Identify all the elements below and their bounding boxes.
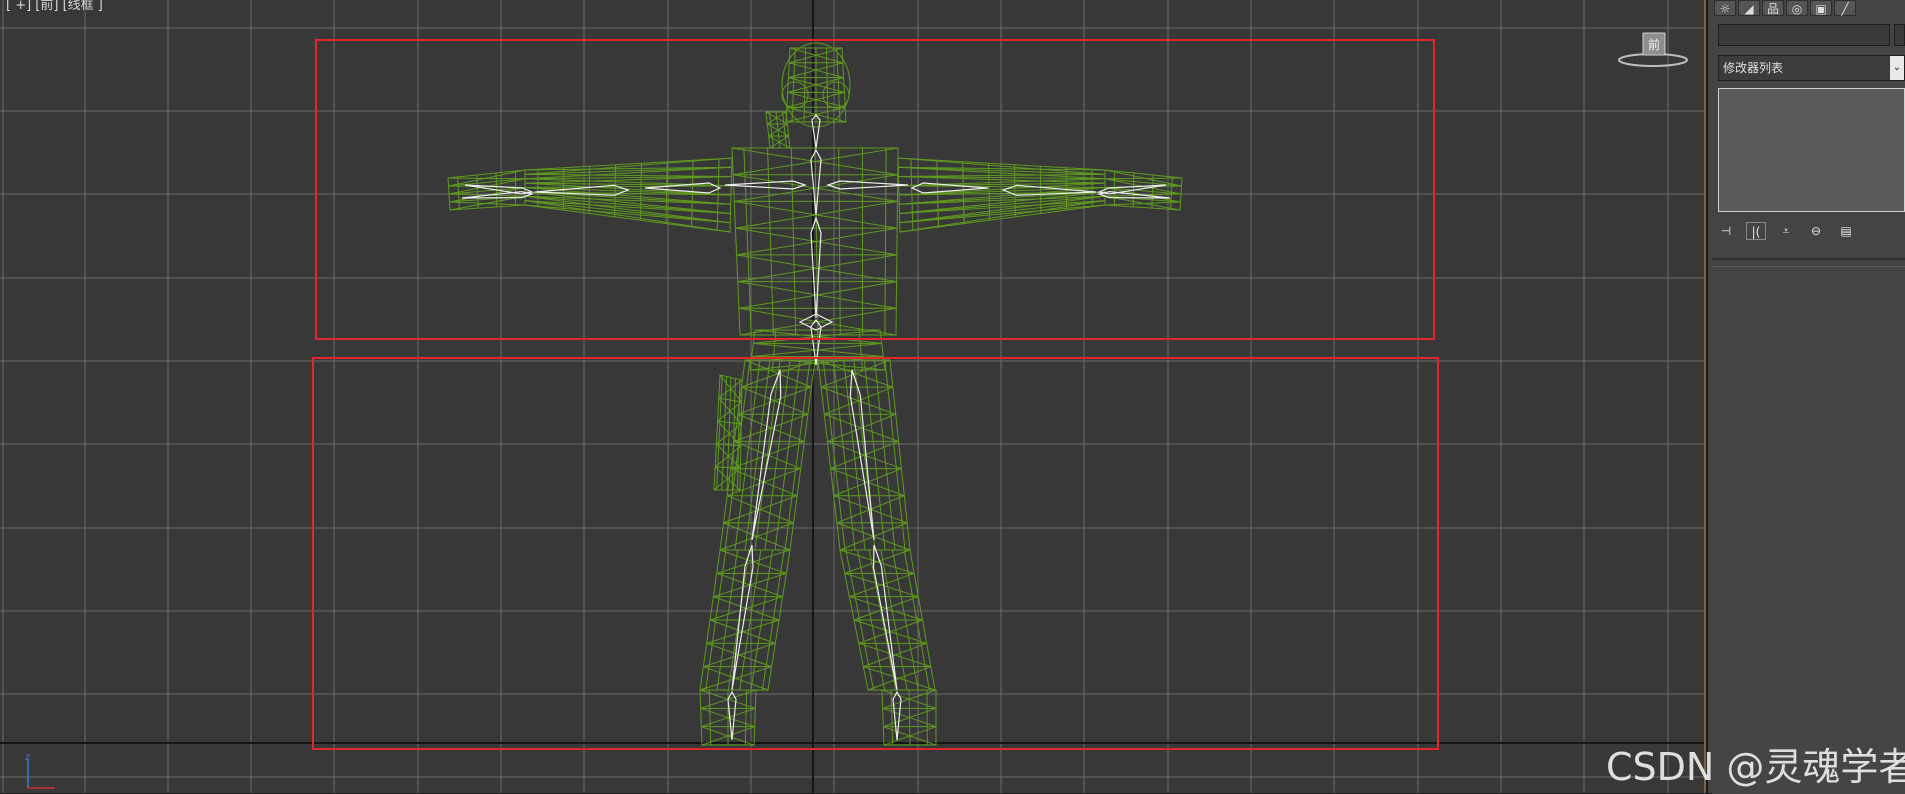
character-wireframe-mesh[interactable]	[448, 43, 1182, 745]
mesh-edge	[785, 360, 810, 550]
front-viewport[interactable]: z [ +] [前] [线框 ] 前	[0, 0, 1706, 793]
mesh-edge	[525, 158, 732, 174]
mesh-edge	[839, 148, 841, 335]
mesh-edge	[1014, 165, 1015, 217]
viewcube-icon[interactable]: 前	[1618, 30, 1688, 70]
mesh-edge	[525, 186, 731, 188]
mesh-edge	[725, 360, 750, 550]
modifier-list-dropdown[interactable]: 修改器列表 ⌄	[1718, 55, 1905, 81]
watermark: CSDN @灵魂学者	[1606, 736, 1905, 791]
mesh-edge	[448, 178, 525, 179]
mesh-edge	[709, 690, 710, 745]
mesh-edge	[773, 330, 776, 370]
remove-modifier-icon[interactable]: ⊖	[1806, 222, 1826, 240]
rollout-area[interactable]	[1712, 266, 1905, 794]
mesh-edge	[791, 148, 795, 335]
mesh-edge	[891, 690, 893, 745]
mesh-edge	[1105, 202, 1181, 205]
mesh-edge	[768, 148, 774, 335]
mesh-edge	[525, 205, 730, 223]
create-tab-icon[interactable]: ☼	[1714, 0, 1736, 16]
mesh-edge	[720, 523, 794, 550]
mesh-edge	[745, 690, 746, 745]
modifier-stack-list[interactable]	[1718, 88, 1905, 212]
mesh-edge	[868, 667, 931, 690]
viewcube-face-label: 前	[1648, 37, 1660, 52]
mesh-edge	[589, 166, 590, 213]
show-end-result-icon[interactable]: |(	[1746, 222, 1766, 240]
utilities-tab-icon[interactable]: ╱	[1834, 0, 1856, 16]
object-color-swatch[interactable]	[1894, 24, 1905, 46]
mesh-edge	[900, 205, 1105, 223]
viewport-label[interactable]: [ +] [前] [线框 ]	[6, 0, 103, 13]
mesh-edge	[909, 690, 910, 745]
mesh-edge	[844, 360, 865, 550]
axis-gizmo-icon: z	[25, 752, 55, 788]
pin-stack-icon[interactable]: ⊣	[1716, 222, 1736, 240]
mesh-edge	[525, 174, 732, 176]
mesh-edge	[859, 330, 862, 370]
right-clavicle-bone	[828, 181, 908, 189]
panel-divider	[1712, 258, 1905, 260]
chevron-down-icon[interactable]: ⌄	[1890, 56, 1904, 80]
mesh-edge	[769, 112, 773, 148]
make-unique-icon[interactable]: ⩡	[1776, 222, 1796, 240]
mesh-edge	[1040, 166, 1041, 213]
mesh-edge	[864, 360, 885, 550]
mesh-edge	[755, 360, 780, 550]
configure-modifier-sets-icon[interactable]: ▤	[1836, 222, 1856, 240]
mesh-edge	[449, 179, 526, 186]
mesh-edge	[885, 360, 905, 550]
mesh-edge	[899, 174, 1106, 176]
mesh-edge	[737, 380, 739, 491]
command-panel: ☼ ◢ 品 ◎ ▣ ╱ 修改器列表 ⌄ ⊣ |( ⩡ ⊖ ▤	[1708, 0, 1905, 793]
hierarchy-tab-icon[interactable]: 品	[1762, 0, 1784, 16]
modifier-list-label: 修改器列表	[1723, 61, 1783, 75]
left-clavicle-bone	[725, 181, 805, 189]
mesh-edge	[717, 550, 790, 573]
mesh-edge	[450, 202, 526, 205]
mesh-edge	[899, 186, 1105, 188]
viewport-canvas[interactable]: z	[0, 0, 1706, 793]
display-tab-icon[interactable]: ▣	[1810, 0, 1832, 16]
modify-tab-icon[interactable]: ◢	[1738, 0, 1760, 16]
viewport-grid	[0, 0, 1706, 793]
command-panel-tabs: ☼ ◢ 品 ◎ ▣ ╱	[1708, 0, 1905, 16]
mesh-edge	[849, 573, 914, 596]
mesh-edge	[863, 643, 926, 666]
mesh-edge	[875, 360, 895, 550]
motion-tab-icon[interactable]: ◎	[1786, 0, 1808, 16]
upper-body-highlight-box	[316, 40, 1434, 339]
mesh-edge	[775, 360, 800, 550]
world-axis-lines	[0, 0, 1706, 793]
mesh-edge	[1105, 179, 1182, 186]
object-name-field[interactable]	[1718, 24, 1890, 46]
stack-toolbar: ⊣ |( ⩡ ⊖ ▤	[1716, 220, 1905, 242]
mesh-edge	[1105, 178, 1182, 179]
mesh-edge	[615, 165, 616, 217]
z-axis-letter: z	[25, 752, 30, 763]
